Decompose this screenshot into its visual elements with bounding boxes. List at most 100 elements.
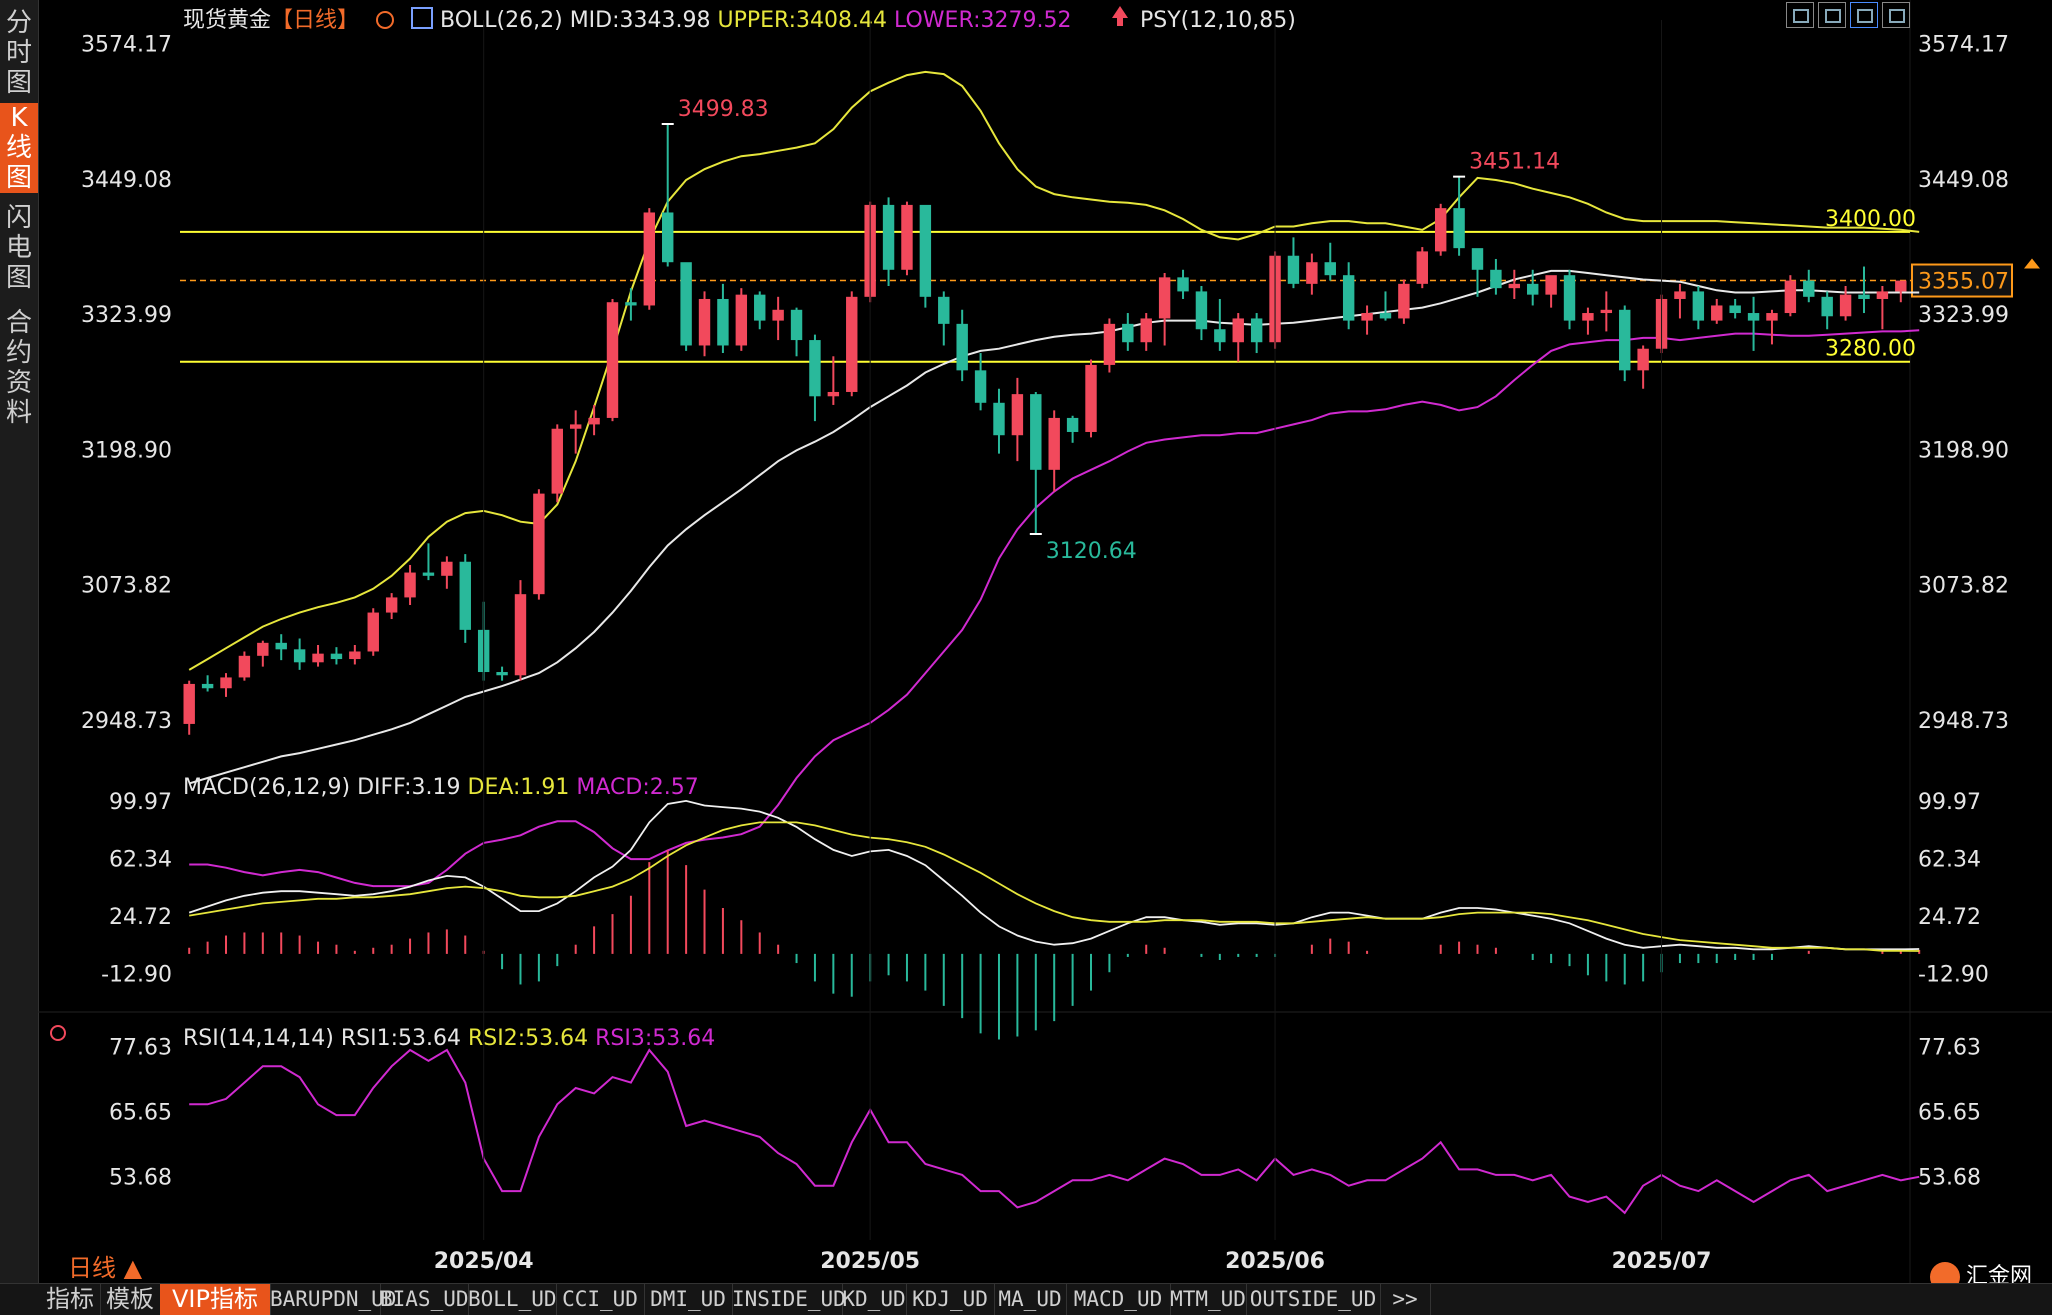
candle[interactable]	[220, 673, 232, 697]
candle[interactable]	[1361, 305, 1373, 335]
candle[interactable]	[919, 204, 932, 308]
candle[interactable]	[772, 296, 784, 341]
candle[interactable]	[1140, 313, 1152, 351]
candle[interactable]	[717, 283, 729, 354]
candle[interactable]	[349, 644, 361, 665]
tab--[interactable]: 模板	[100, 1284, 161, 1315]
candle[interactable]	[183, 680, 195, 735]
candle[interactable]	[1619, 305, 1631, 382]
candle[interactable]	[1508, 269, 1521, 299]
candle[interactable]	[385, 593, 398, 620]
kline-chart[interactable]: 现货黄金【日线】 BOLL(26,2) MID:3343.98 UPPER:34…	[0, 0, 2052, 1283]
candle[interactable]	[533, 489, 545, 600]
candle[interactable]	[1398, 279, 1410, 324]
candle[interactable]	[1232, 313, 1244, 362]
tab--[interactable]: >>	[1380, 1284, 1431, 1315]
candle[interactable]	[1784, 275, 1797, 317]
tab-ma-ud[interactable]: MA_UD	[994, 1284, 1067, 1315]
candle[interactable]	[1434, 203, 1447, 256]
tab-kd-ud[interactable]: KD_UD	[842, 1284, 907, 1315]
candle[interactable]	[1895, 280, 1907, 303]
candle[interactable]	[1158, 273, 1171, 346]
candle[interactable]	[1195, 286, 1208, 341]
candle[interactable]	[312, 644, 324, 667]
candle[interactable]	[514, 580, 527, 681]
candle[interactable]	[1287, 237, 1300, 289]
candle[interactable]	[1103, 318, 1116, 373]
candle[interactable]	[1729, 298, 1741, 319]
candle[interactable]	[827, 356, 840, 405]
candle[interactable]	[293, 638, 306, 670]
candle[interactable]	[1692, 286, 1705, 330]
candle[interactable]	[809, 334, 821, 422]
export-tool-icon[interactable]	[1882, 2, 1910, 28]
candle[interactable]	[1214, 298, 1226, 351]
tab-dmi-ud[interactable]: DMI_UD	[644, 1284, 733, 1315]
candle[interactable]	[1011, 377, 1024, 462]
tab-boll-ud[interactable]: BOLL_UD	[468, 1284, 557, 1315]
rsi-settings-icon[interactable]	[50, 1025, 66, 1041]
candle[interactable]	[1876, 286, 1889, 330]
candle-tool-icon[interactable]	[1818, 2, 1846, 28]
tab-macd-ud[interactable]: MACD_UD	[1066, 1284, 1171, 1315]
tab-barupdn-ud[interactable]: BARUPDN_UD	[270, 1284, 396, 1315]
indicator-chart-icon[interactable]	[411, 7, 433, 29]
tab-outside-ud[interactable]: OUTSIDE_UD	[1246, 1284, 1381, 1315]
candle[interactable]	[1306, 253, 1318, 295]
candle[interactable]	[1637, 345, 1649, 389]
candle[interactable]	[643, 208, 656, 310]
candle[interactable]	[238, 651, 251, 681]
candle[interactable]	[1858, 266, 1870, 314]
candle[interactable]	[680, 262, 692, 351]
candle[interactable]	[1048, 410, 1060, 492]
candle[interactable]	[1250, 313, 1263, 354]
candle[interactable]	[735, 288, 748, 351]
candle[interactable]	[1416, 247, 1428, 289]
candle[interactable]	[993, 388, 1005, 454]
candle[interactable]	[1453, 176, 1465, 256]
line-tool-icon[interactable]	[1850, 2, 1878, 28]
candle[interactable]	[1471, 248, 1484, 297]
candle[interactable]	[551, 424, 563, 503]
candle[interactable]	[330, 647, 343, 665]
candle[interactable]	[1711, 298, 1723, 324]
candle[interactable]	[754, 291, 766, 330]
period-selector[interactable]: 日线 ▲	[68, 1248, 142, 1283]
candle[interactable]	[201, 675, 214, 692]
candle[interactable]	[1324, 242, 1336, 281]
candle[interactable]	[846, 291, 858, 397]
candle[interactable]	[588, 404, 600, 436]
tab-kdj-ud[interactable]: KDJ_UD	[906, 1284, 995, 1315]
candle[interactable]	[901, 201, 913, 276]
candle[interactable]	[698, 291, 711, 357]
candle[interactable]	[1600, 291, 1613, 332]
candle[interactable]	[1066, 415, 1079, 443]
add-indicator-icon[interactable]	[376, 11, 394, 29]
candle[interactable]	[422, 543, 435, 581]
tab-mtm-ud[interactable]: MTM_UD	[1170, 1284, 1247, 1315]
candle[interactable]	[257, 640, 269, 667]
candle[interactable]	[441, 556, 453, 589]
candle[interactable]	[1766, 309, 1778, 345]
candle[interactable]	[1563, 269, 1576, 330]
tab-cci-ud[interactable]: CCI_UD	[556, 1284, 645, 1315]
candle[interactable]	[1379, 291, 1392, 321]
candle[interactable]	[625, 288, 637, 321]
candle[interactable]	[956, 309, 968, 382]
candle[interactable]	[1674, 283, 1686, 319]
candle[interactable]	[275, 634, 287, 661]
candle[interactable]	[606, 298, 619, 422]
candle[interactable]	[938, 291, 950, 346]
candle[interactable]	[1342, 262, 1355, 330]
tab-vip-[interactable]: VIP指标	[160, 1284, 271, 1315]
tab--[interactable]: 指标	[40, 1284, 101, 1315]
candle[interactable]	[882, 197, 895, 287]
candle[interactable]	[404, 564, 416, 605]
candle[interactable]	[1839, 286, 1852, 321]
candle[interactable]	[1545, 275, 1557, 308]
tab-inside-ud[interactable]: INSIDE_UD	[732, 1284, 846, 1315]
crosshair-tool-icon[interactable]	[1786, 2, 1814, 28]
candle[interactable]	[1177, 269, 1189, 299]
candle[interactable]	[662, 123, 674, 267]
tab-bias-ud[interactable]: BIAS_UD	[380, 1284, 469, 1315]
